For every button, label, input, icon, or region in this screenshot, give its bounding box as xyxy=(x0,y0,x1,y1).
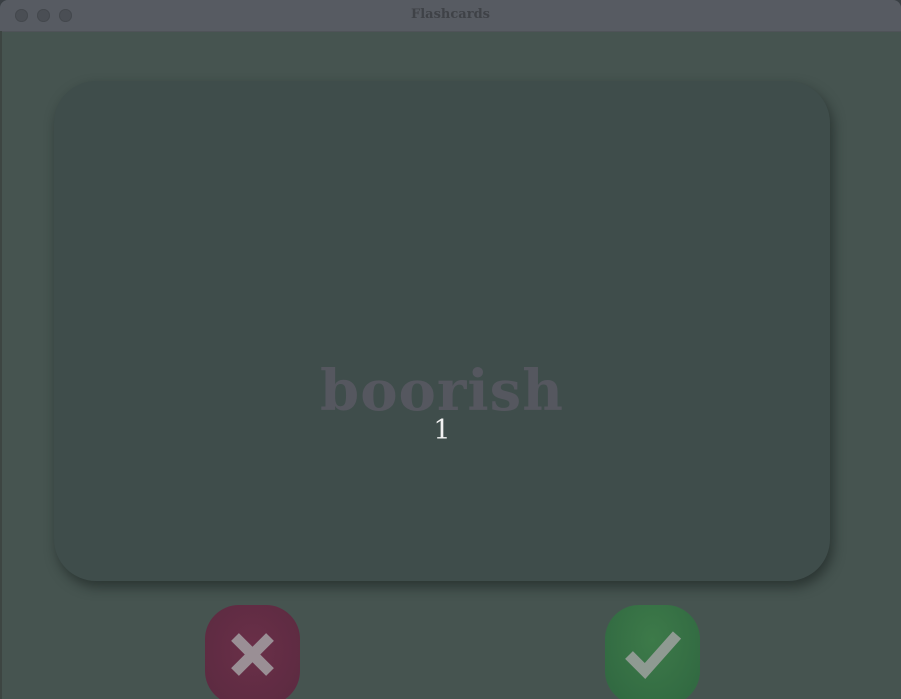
right-answer-button[interactable] xyxy=(605,605,700,699)
window-title: Flashcards xyxy=(411,7,490,22)
window-left-edge xyxy=(0,31,2,699)
x-mark-icon xyxy=(231,633,274,676)
checkmark-icon xyxy=(625,631,682,680)
card-counter: 1 xyxy=(433,415,451,446)
title-bar: Flashcards xyxy=(0,0,901,32)
flashcard[interactable]: boorish 1 xyxy=(54,81,830,581)
wrong-answer-button[interactable] xyxy=(205,605,300,699)
app-window: Flashcards boorish 1 xyxy=(0,0,901,699)
